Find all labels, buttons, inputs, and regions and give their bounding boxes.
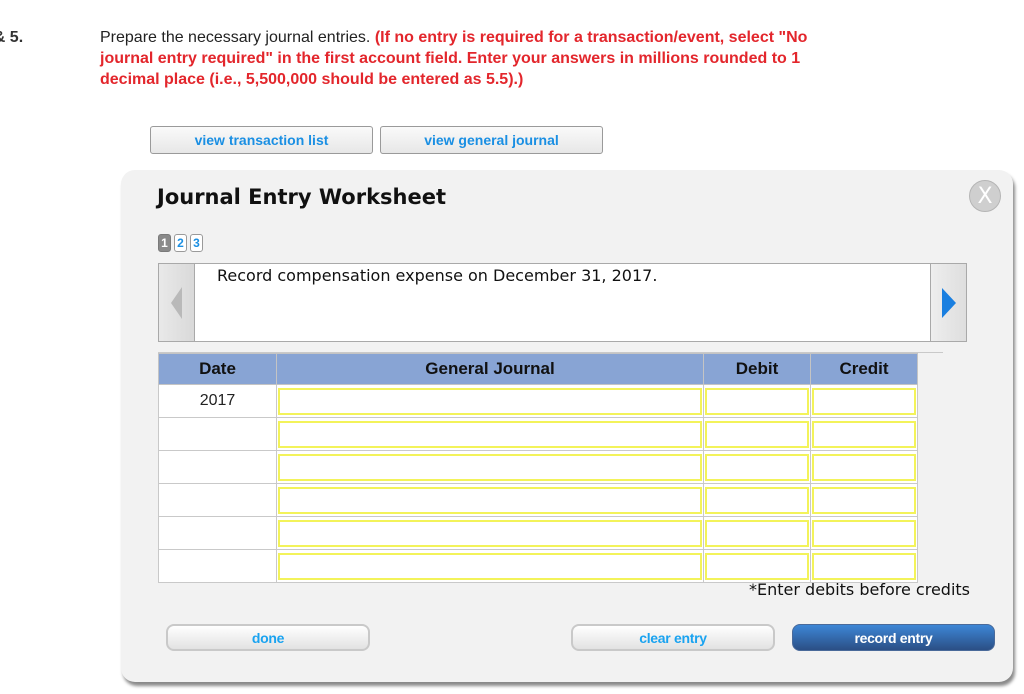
page-1-tab[interactable]: 1	[158, 234, 171, 252]
table-row	[158, 417, 918, 451]
credit-input[interactable]	[812, 552, 916, 580]
record-entry-button[interactable]: record entry	[792, 624, 995, 651]
account-input[interactable]	[278, 486, 702, 514]
debit-input[interactable]	[705, 552, 809, 580]
table-row	[158, 483, 918, 517]
table-header-row: Date General Journal Debit Credit	[158, 353, 918, 385]
chevron-right-icon	[941, 287, 956, 318]
credit-input[interactable]	[812, 420, 916, 448]
debit-input[interactable]	[705, 420, 809, 448]
account-input[interactable]	[278, 519, 702, 547]
question-prompt: Prepare the necessary journal entries.	[100, 29, 371, 46]
table-row	[158, 549, 918, 583]
debits-before-credits-note: *Enter debits before credits	[749, 580, 970, 599]
account-input[interactable]	[278, 453, 702, 481]
debit-input[interactable]	[705, 486, 809, 514]
credit-input[interactable]	[812, 453, 916, 481]
date-cell	[158, 483, 277, 517]
debit-input[interactable]	[705, 387, 809, 415]
table-row: 2017	[158, 384, 918, 418]
view-general-journal-button[interactable]: view general journal	[380, 126, 603, 154]
table-row	[158, 516, 918, 550]
question-text: 3. & 5. Prepare the necessary journal ent…	[0, 27, 918, 90]
question-number: 3. & 5.	[0, 29, 24, 46]
page-selector: 1 2 3	[158, 234, 203, 252]
close-icon: X	[977, 183, 993, 209]
close-button[interactable]: X	[969, 180, 1001, 212]
transaction-description-box: Record compensation expense on December …	[158, 263, 967, 342]
credit-input[interactable]	[812, 519, 916, 547]
worksheet-title: Journal Entry Worksheet	[157, 185, 447, 209]
debit-input[interactable]	[705, 453, 809, 481]
previous-transaction-button[interactable]	[158, 263, 195, 342]
date-header: Date	[158, 353, 277, 385]
page-3-tab[interactable]: 3	[190, 234, 203, 252]
instructions-line-3: decimal place (i.e., 5,500,000 should be…	[100, 71, 524, 88]
debit-input[interactable]	[705, 519, 809, 547]
credit-header: Credit	[810, 353, 918, 385]
account-input[interactable]	[278, 420, 702, 448]
next-transaction-button[interactable]	[930, 263, 967, 342]
date-cell: 2017	[158, 384, 277, 418]
chevron-left-icon	[170, 286, 182, 319]
clear-entry-button[interactable]: clear entry	[571, 624, 775, 651]
date-cell	[158, 417, 277, 451]
instructions-line-2: journal entry required" in the first acc…	[100, 50, 801, 67]
credit-input[interactable]	[812, 486, 916, 514]
table-row	[158, 450, 918, 484]
transaction-description: Record compensation expense on December …	[217, 266, 658, 285]
account-input[interactable]	[278, 387, 702, 415]
general-journal-header: General Journal	[276, 353, 704, 385]
credit-input[interactable]	[812, 387, 916, 415]
debit-header: Debit	[703, 353, 811, 385]
date-cell	[158, 516, 277, 550]
journal-entry-worksheet-panel: Journal Entry Worksheet X 1 2 3 Record c…	[121, 170, 1013, 682]
date-cell	[158, 450, 277, 484]
view-transaction-list-button[interactable]: view transaction list	[150, 126, 373, 154]
date-cell	[158, 549, 277, 583]
instructions-line-1: (If no entry is required for a transacti…	[374, 29, 808, 46]
journal-table: Date General Journal Debit Credit 2017	[158, 353, 918, 583]
done-button[interactable]: done	[166, 624, 370, 651]
account-input[interactable]	[278, 552, 702, 580]
page-2-tab[interactable]: 2	[174, 234, 187, 252]
